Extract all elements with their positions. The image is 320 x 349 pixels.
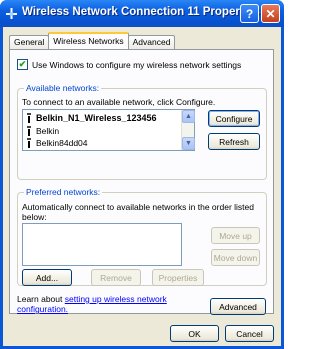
ok-button[interactable]: OK (170, 325, 219, 342)
close-icon: ✕ (265, 6, 276, 21)
cancel-button[interactable]: Cancel (225, 325, 274, 342)
network-name: Belkin84dd04 (36, 138, 88, 148)
scroll-up-icon[interactable]: ▲ (182, 110, 195, 123)
tab-advanced[interactable]: Advanced (127, 35, 176, 49)
help-icon: ? (245, 6, 254, 21)
checkmark-icon: ✔ (18, 59, 27, 69)
learn-link[interactable]: setting up wireless network (65, 294, 167, 304)
network-name: Belkin (36, 126, 60, 136)
list-item[interactable]: Belkin84dd04 (26, 137, 88, 149)
available-networks-group: Available networks: To connect to an ava… (17, 83, 267, 180)
add-button[interactable]: Add... (22, 269, 72, 286)
dialog-client: General Wireless Networks Advanced ✔ Use… (3, 27, 281, 346)
learn-prefix: Learn about (17, 294, 65, 304)
properties-window: Wireless Network Connection 11 Propertie… (0, 0, 284, 349)
remove-button[interactable]: Remove (91, 269, 141, 286)
tab-wireless-networks[interactable]: Wireless Networks (48, 32, 129, 49)
signal-icon (27, 138, 31, 148)
move-down-button[interactable]: Move down (211, 249, 260, 266)
list-scrollbar[interactable]: ▲ ▼ (181, 110, 195, 150)
preferred-networks-group: Preferred networks: Automatically connec… (17, 187, 267, 286)
learn-about-text: Learn about setting up wireless network (17, 294, 167, 304)
scroll-down-icon[interactable]: ▼ (182, 137, 195, 150)
available-description: To connect to an available network, clic… (22, 97, 216, 107)
use-windows-label[interactable]: Use Windows to configure my wireless net… (32, 60, 241, 70)
list-item[interactable]: Belkin_N1_Wireless_123456 (26, 112, 157, 124)
available-networks-title: Available networks: (24, 83, 102, 93)
preferred-networks-title: Preferred networks: (24, 187, 103, 197)
use-windows-checkbox[interactable]: ✔ (17, 59, 28, 70)
help-button[interactable]: ? (240, 4, 259, 23)
network-icon (6, 8, 17, 19)
advanced-button[interactable]: Advanced (210, 298, 266, 315)
list-item[interactable]: Belkin (26, 125, 59, 137)
preferred-description-line1: Automatically connect to available netwo… (22, 202, 254, 212)
available-networks-list[interactable]: Belkin_N1_Wireless_123456 Belkin Belkin8… (22, 109, 195, 151)
preferred-networks-list[interactable] (22, 223, 182, 266)
signal-icon (27, 126, 31, 136)
tab-strip: General Wireless Networks Advanced (9, 32, 176, 49)
preferred-description-line2: below: (22, 212, 47, 222)
move-up-button[interactable]: Move up (211, 227, 260, 244)
wireless-networks-panel: ✔ Use Windows to configure my wireless n… (9, 49, 274, 315)
window-title: Wireless Network Connection 11 Propertie… (22, 6, 260, 18)
learn-link-line2[interactable]: configuration. (17, 304, 68, 314)
refresh-button[interactable]: Refresh (208, 133, 260, 150)
network-name: Belkin_N1_Wireless_123456 (36, 113, 157, 123)
tab-general[interactable]: General (9, 35, 50, 49)
close-button[interactable]: ✕ (261, 4, 280, 23)
title-bar[interactable]: Wireless Network Connection 11 Propertie… (0, 0, 284, 27)
properties-button[interactable]: Properties (152, 269, 204, 286)
signal-icon (27, 113, 31, 123)
configure-button[interactable]: Configure (208, 110, 260, 127)
